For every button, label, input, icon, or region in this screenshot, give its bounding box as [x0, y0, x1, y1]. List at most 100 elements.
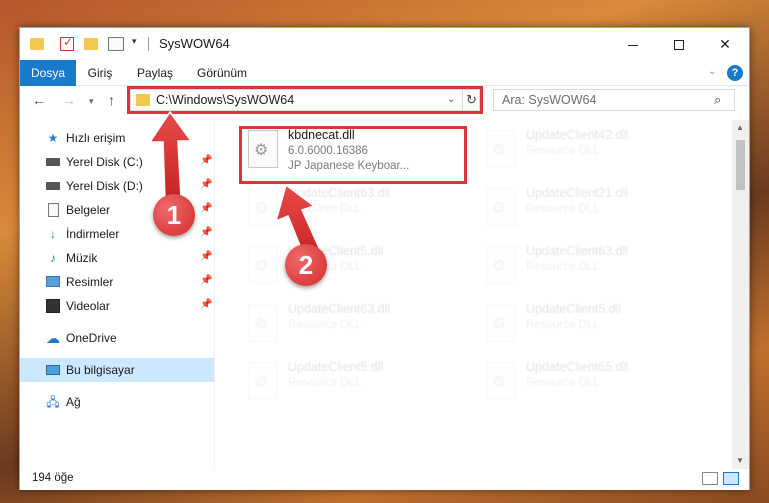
- expand-ribbon-icon[interactable]: ⌄: [708, 66, 716, 77]
- file-description: Resource DLL: [288, 377, 362, 389]
- help-icon[interactable]: ?: [727, 65, 743, 81]
- sidebar-item-hizli-erisim[interactable]: ★ Hızlı erişim: [20, 126, 214, 150]
- file-item[interactable]: UpdateClient21.dll Resource DLL: [478, 184, 698, 240]
- sidebar-item-yerel-disk-d[interactable]: Yerel Disk (D:) 📌: [20, 174, 214, 198]
- properties-check-icon[interactable]: [60, 35, 74, 51]
- details-view-icon[interactable]: [702, 472, 718, 485]
- pin-icon[interactable]: 📌: [200, 227, 212, 238]
- file-name: UpdateClient65.dll: [526, 360, 629, 374]
- dll-file-icon: [486, 130, 516, 168]
- sidebar-item-onedrive[interactable]: ☁ OneDrive: [20, 326, 214, 350]
- navigation-pane: ★ Hızlı erişim Yerel Disk (C:) 📌 Yerel D…: [20, 120, 214, 469]
- dll-file-icon: [486, 246, 516, 284]
- file-description: Resource DLL: [526, 319, 600, 331]
- file-item[interactable]: UpdateClient63.dll Resource DLL: [240, 184, 460, 240]
- sidebar-item-label: Videolar: [66, 299, 110, 313]
- folder-icon[interactable]: [30, 38, 44, 50]
- back-arrow-icon[interactable]: ←: [32, 92, 46, 108]
- file-description: Resource DLL: [526, 203, 600, 215]
- file-description: Resource DLL: [526, 377, 600, 389]
- dll-file-icon: [248, 304, 278, 342]
- pane-divider[interactable]: [214, 120, 215, 469]
- pin-icon[interactable]: 📌: [200, 203, 212, 214]
- file-item[interactable]: UpdateClient63.dll Resource DLL: [240, 300, 460, 356]
- dll-file-icon: [248, 188, 278, 226]
- sidebar-item-resimler[interactable]: Resimler 📌: [20, 270, 214, 294]
- file-item[interactable]: UpdateClient5.dll Resource DLL: [240, 358, 460, 414]
- sidebar-item-label: Yerel Disk (D:): [66, 179, 143, 193]
- tab-giris[interactable]: Giriş: [78, 60, 122, 86]
- new-folder-icon[interactable]: [84, 38, 98, 50]
- close-button[interactable]: ✕: [702, 28, 748, 60]
- dll-file-icon: [486, 304, 516, 342]
- sidebar-item-label: OneDrive: [66, 331, 117, 345]
- title-bar: ▾ SysWOW64 ✕: [20, 28, 749, 60]
- document-icon: [48, 203, 59, 217]
- scroll-thumb[interactable]: [736, 140, 745, 190]
- file-item[interactable]: UpdateClient5.dll Resource DLL: [478, 300, 698, 356]
- file-name: UpdateClient42.dll: [526, 128, 629, 142]
- sidebar-item-label: Hızlı erişim: [66, 131, 126, 145]
- file-description: Resource DLL: [526, 261, 600, 273]
- search-icon[interactable]: ⌕: [714, 92, 721, 108]
- file-description: Resource DLL: [526, 145, 600, 157]
- up-arrow-icon[interactable]: ↑: [108, 92, 115, 108]
- window-title: SysWOW64: [159, 36, 230, 51]
- pin-icon[interactable]: 📌: [200, 179, 212, 190]
- tab-paylas[interactable]: Paylaş: [128, 60, 182, 86]
- file-description: Resource DLL: [288, 319, 362, 331]
- minimize-button[interactable]: [610, 28, 656, 60]
- file-item[interactable]: UpdateClient42.dll Resource DLL: [478, 126, 698, 182]
- sidebar-item-muzik[interactable]: ♪ Müzik 📌: [20, 246, 214, 270]
- sidebar-item-videolar[interactable]: Videolar 📌: [20, 294, 214, 318]
- computer-icon: [46, 365, 60, 375]
- network-icon: 🖧: [46, 395, 60, 409]
- sidebar-item-bu-bilgisayar[interactable]: Bu bilgisayar: [20, 358, 214, 382]
- scroll-down-icon[interactable]: ▼: [736, 456, 744, 465]
- pin-icon[interactable]: 📌: [200, 299, 212, 310]
- address-highlight-box: [127, 86, 483, 114]
- dll-file-icon: [486, 362, 516, 400]
- sidebar-item-label: Belgeler: [66, 203, 111, 217]
- file-name: UpdateClient5.dll: [526, 302, 622, 316]
- sidebar-item-label: Yerel Disk (C:): [66, 155, 143, 169]
- pin-icon[interactable]: 📌: [200, 155, 212, 166]
- tab-dosya[interactable]: Dosya: [20, 60, 76, 86]
- maximize-icon: [674, 40, 684, 51]
- file-name: UpdateClient5.dll: [288, 360, 384, 374]
- minimize-icon: [628, 44, 638, 46]
- search-input[interactable]: Ara: SysWOW64: [502, 93, 596, 107]
- quick-access-dropdown-icon[interactable]: ▾: [132, 36, 137, 52]
- sidebar-item-label: Ağ: [66, 395, 81, 409]
- quick-access-properties-icon[interactable]: [108, 37, 124, 51]
- file-item[interactable]: UpdateClient63.dll Resource DLL: [478, 242, 698, 298]
- file-name: UpdateClient63.dll: [288, 302, 391, 316]
- disk-icon: [46, 158, 60, 166]
- file-item[interactable]: UpdateClient65.dll Resource DLL: [478, 358, 698, 414]
- star-icon: ★: [47, 131, 59, 145]
- file-description: Resource DLL: [288, 203, 362, 215]
- file-highlight-box: [239, 126, 467, 184]
- download-icon: ↓: [50, 227, 56, 241]
- sidebar-item-ag[interactable]: 🖧 Ağ: [20, 390, 214, 414]
- file-name: UpdateClient63.dll: [526, 244, 629, 258]
- item-count: 194 öğe: [32, 472, 74, 484]
- search-box[interactable]: Ara: SysWOW64 ⌕: [493, 89, 735, 111]
- title-separator: [148, 37, 149, 51]
- music-icon: ♪: [50, 251, 56, 265]
- maximize-button[interactable]: [656, 28, 702, 60]
- pin-icon[interactable]: 📌: [200, 275, 212, 286]
- sidebar-item-yerel-disk-c[interactable]: Yerel Disk (C:) 📌: [20, 150, 214, 174]
- large-icons-view-icon[interactable]: [723, 472, 739, 485]
- cloud-icon: ☁: [46, 330, 60, 346]
- file-item[interactable]: UpdateClient5.dll Resource DLL: [240, 242, 460, 298]
- pin-icon[interactable]: 📌: [200, 251, 212, 262]
- vertical-scrollbar[interactable]: ▲ ▼: [732, 120, 749, 469]
- navigation-bar: ← → ▾ ↑ C:\Windows\SysWOW64 ⌄ ↻ Ara: Sys…: [20, 86, 749, 116]
- forward-arrow-icon[interactable]: →: [62, 92, 76, 108]
- recent-locations-dropdown-icon[interactable]: ▾: [89, 96, 94, 107]
- scroll-up-icon[interactable]: ▲: [736, 123, 744, 132]
- dll-file-icon: [248, 362, 278, 400]
- tab-gorunum[interactable]: Görünüm: [190, 60, 254, 86]
- picture-icon: [46, 276, 60, 287]
